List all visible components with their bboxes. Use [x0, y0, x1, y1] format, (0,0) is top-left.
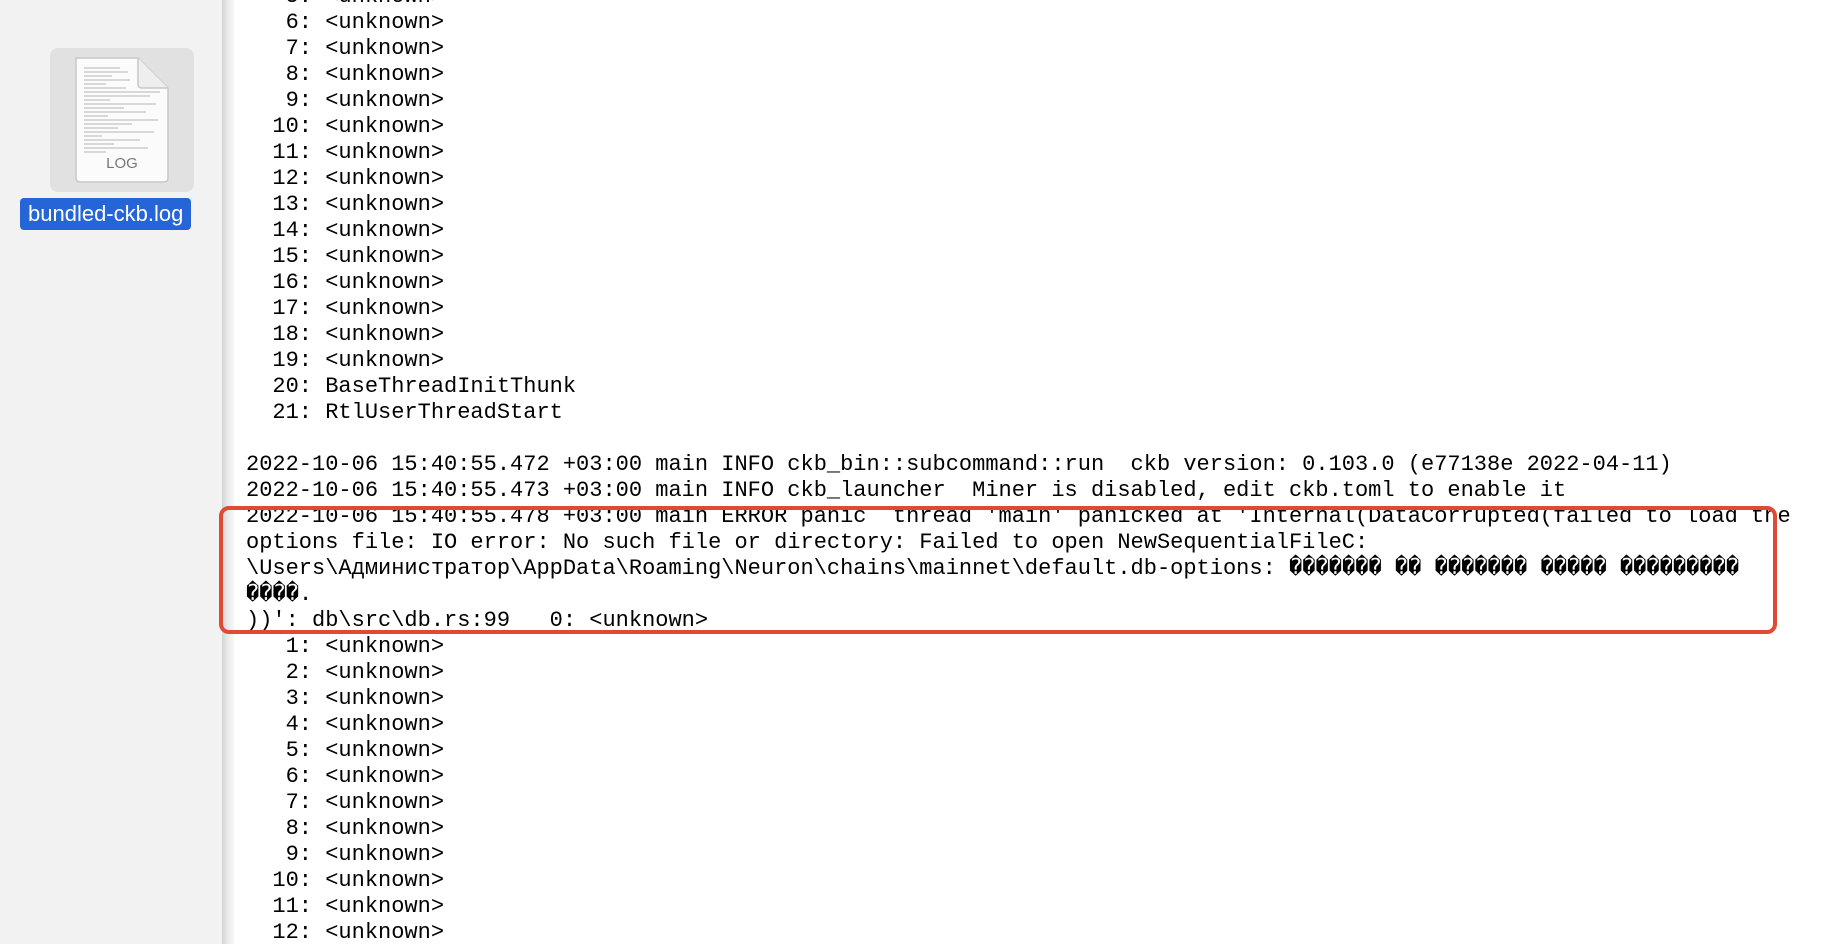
log-line: 5: <unknown> [246, 738, 445, 763]
log-line: 9: <unknown> [246, 88, 445, 113]
log-line: 20: BaseThreadInitThunk [246, 374, 577, 399]
log-line: 18: <unknown> [246, 322, 445, 347]
log-line: 21: RtlUserThreadStart [246, 400, 563, 425]
log-line: ))': db\src\db.rs:99 0: <unknown> [246, 608, 709, 633]
log-line: \Users\Администратор\AppData\Roaming\Neu… [246, 556, 1740, 581]
log-line: ����. [246, 582, 313, 607]
log-file-icon[interactable]: LOG [50, 48, 194, 192]
log-line: 8: <unknown> [246, 62, 445, 87]
log-line: 7: <unknown> [246, 790, 445, 815]
log-line: 7: <unknown> [246, 36, 445, 61]
log-line: 6: <unknown> [246, 764, 445, 789]
log-line: 12: <unknown> [246, 920, 445, 945]
log-line: 8: <unknown> [246, 816, 445, 841]
log-line: 5: <unknown> [246, 0, 1791, 10]
log-line: 2: <unknown> [246, 660, 445, 685]
log-line: 11: <unknown> [246, 140, 445, 165]
log-line: 2022-10-06 15:40:55.472 +03:00 main INFO… [246, 452, 1672, 477]
log-line: 12: <unknown> [246, 166, 445, 191]
log-line: 14: <unknown> [246, 218, 445, 243]
log-line: 10: <unknown> [246, 868, 445, 893]
file-type-badge: LOG [106, 155, 138, 172]
log-line: 2022-10-06 15:40:55.478 +03:00 main ERRO… [246, 504, 1791, 529]
log-line: 2022-10-06 15:40:55.473 +03:00 main INFO… [246, 478, 1567, 503]
document-icon: LOG [75, 57, 169, 183]
log-line: 1: <unknown> [246, 634, 445, 659]
log-line: 3: <unknown> [246, 686, 445, 711]
log-line: 6: <unknown> [246, 10, 445, 35]
log-line: 16: <unknown> [246, 270, 445, 295]
log-line: 11: <unknown> [246, 894, 445, 919]
file-name-label[interactable]: bundled-ckb.log [20, 198, 192, 230]
log-line: 13: <unknown> [246, 192, 445, 217]
log-line: 10: <unknown> [246, 114, 445, 139]
log-text-area[interactable]: 5: <unknown> 6: <unknown> 7: <unknown> 8… [246, 0, 1791, 946]
log-line: 19: <unknown> [246, 348, 445, 373]
log-line: options file: IO error: No such file or … [246, 530, 1369, 555]
log-line: 4: <unknown> [246, 712, 445, 737]
log-line: 9: <unknown> [246, 842, 445, 867]
sidebar-divider[interactable] [222, 0, 234, 944]
log-line: 17: <unknown> [246, 296, 445, 321]
log-line: 15: <unknown> [246, 244, 445, 269]
